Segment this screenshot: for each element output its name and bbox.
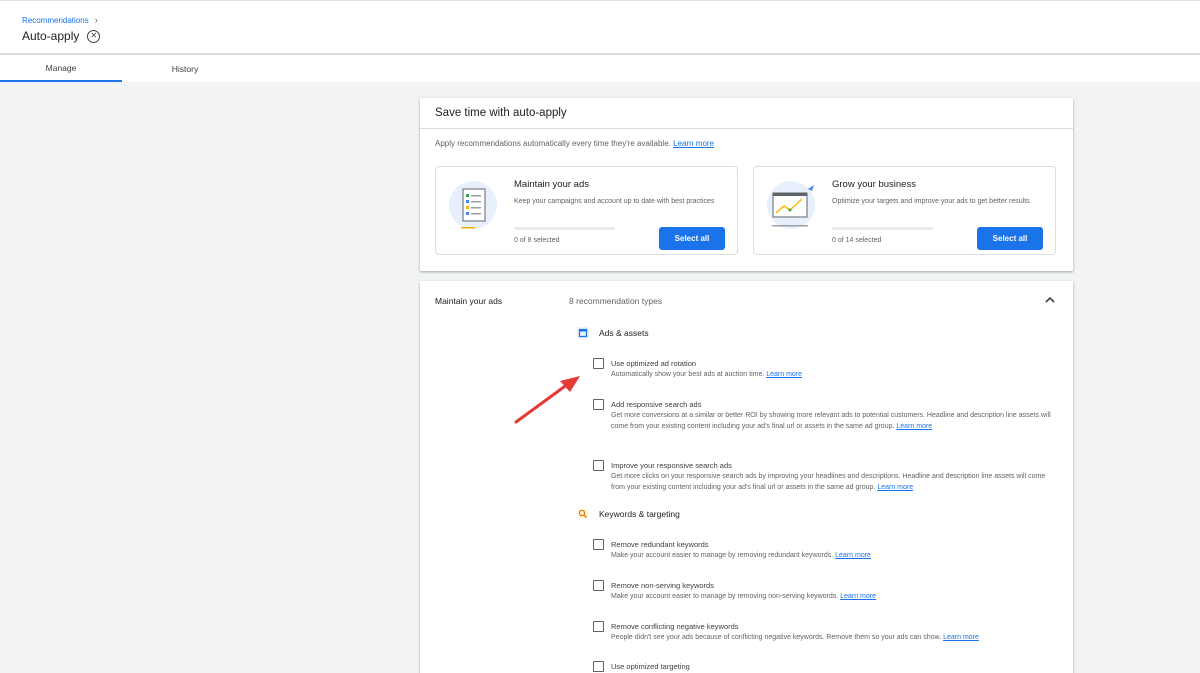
learn-more-link[interactable]: Learn more — [766, 371, 802, 378]
checkbox[interactable] — [593, 539, 604, 550]
checklist-illustration-icon — [449, 181, 497, 229]
checkbox[interactable] — [593, 580, 604, 591]
growth-chart-illustration-icon — [767, 181, 815, 229]
item-title: Remove non-serving keywords — [611, 581, 714, 590]
item-description: Automatically show your best ads at auct… — [611, 370, 1051, 381]
checkbox[interactable] — [593, 460, 604, 471]
selected-count: 0 of 8 selected — [514, 237, 560, 244]
group-title: Keywords & targeting — [599, 509, 680, 519]
divider — [420, 128, 1073, 129]
learn-more-link[interactable]: Learn more — [835, 552, 871, 559]
learn-more-link[interactable]: Learn more — [943, 634, 979, 641]
item-description-text: Make your account easier to manage by re… — [611, 593, 839, 600]
page-title: Auto-apply — [22, 29, 80, 43]
select-all-button[interactable]: Select all — [977, 227, 1043, 250]
checkbox[interactable] — [593, 661, 604, 672]
group-title: Ads & assets — [599, 328, 649, 338]
panel-title: Grow your business — [832, 179, 916, 190]
item-description: People didn't see your ads because of co… — [611, 633, 1051, 644]
learn-more-link[interactable]: Learn more — [896, 423, 932, 430]
top-bar: Recommendations › Auto-apply ✕ — [0, 0, 1200, 53]
item-title: Use optimized ad rotation — [611, 359, 697, 368]
subtitle-text: Apply recommendations automatically ever… — [435, 139, 671, 148]
checkbox[interactable] — [593, 621, 604, 632]
item-description-text: Automatically show your best ads at auct… — [611, 371, 765, 378]
checkbox[interactable] — [593, 358, 604, 369]
tab-bar: Manage History — [0, 53, 1200, 82]
maintain-ads-card: Maintain your ads 8 recommendation types… — [420, 281, 1073, 673]
card-subtitle: Apply recommendations automatically ever… — [435, 139, 714, 148]
item-description: Make your account easier to manage by re… — [611, 592, 1051, 603]
tab-history[interactable]: History — [122, 55, 248, 82]
search-icon — [577, 508, 589, 520]
progress-bar — [514, 227, 615, 230]
select-all-button[interactable]: Select all — [659, 227, 725, 250]
learn-more-link[interactable]: Learn more — [673, 139, 714, 148]
red-arrow-annotation — [514, 376, 580, 424]
item-title: Improve your responsive search ads — [611, 461, 732, 470]
item-description-text: People didn't see your ads because of co… — [611, 634, 942, 641]
panel-title: Maintain your ads — [514, 179, 589, 190]
section-label: Maintain your ads — [435, 296, 503, 306]
item-title: Remove redundant keywords — [611, 540, 709, 549]
breadcrumb: Recommendations › — [22, 15, 98, 25]
tab-manage[interactable]: Manage — [0, 55, 122, 82]
panel-description: Optimize your targets and improve your a… — [832, 198, 1030, 205]
group-header-ads-assets: Ads & assets — [577, 327, 649, 339]
grow-business-panel: Grow your business Optimize your targets… — [753, 166, 1056, 255]
progress-bar — [832, 227, 933, 230]
learn-more-link[interactable]: Learn more — [840, 593, 876, 600]
page-title-row: Auto-apply ✕ — [22, 29, 101, 43]
item-description: Get more clicks on your responsive searc… — [611, 472, 1051, 493]
card-title: Save time with auto-apply — [435, 107, 567, 119]
maintain-ads-panel: Maintain your ads Keep your campaigns an… — [435, 166, 738, 255]
recommendation-count: 8 recommendation types — [569, 296, 663, 306]
checkbox[interactable] — [593, 399, 604, 410]
learn-more-link[interactable]: Learn more — [877, 484, 913, 491]
item-description-text: Get more clicks on your responsive searc… — [611, 473, 1046, 491]
item-title: Add responsive search ads — [611, 400, 702, 409]
item-description: Make your account easier to manage by re… — [611, 551, 1051, 562]
item-description-text: Get more conversions at a similar or bet… — [611, 412, 1051, 430]
item-description: Get more conversions at a similar or bet… — [611, 411, 1051, 432]
panel-description: Keep your campaigns and account up to da… — [514, 198, 715, 205]
close-circle-icon[interactable]: ✕ — [87, 29, 101, 43]
item-title: Use optimized targeting — [611, 662, 690, 671]
breadcrumb-link[interactable]: Recommendations — [22, 16, 89, 25]
group-header-keywords-targeting: Keywords & targeting — [577, 508, 680, 520]
ads-assets-icon — [577, 327, 589, 339]
selected-count: 0 of 14 selected — [832, 237, 882, 244]
chevron-up-icon[interactable] — [1043, 293, 1057, 307]
chevron-right-icon: › — [94, 15, 98, 25]
item-description-text: Make your account easier to manage by re… — [611, 552, 834, 559]
auto-apply-summary-card: Save time with auto-apply Apply recommen… — [420, 98, 1073, 271]
item-title: Remove conflicting negative keywords — [611, 622, 739, 631]
